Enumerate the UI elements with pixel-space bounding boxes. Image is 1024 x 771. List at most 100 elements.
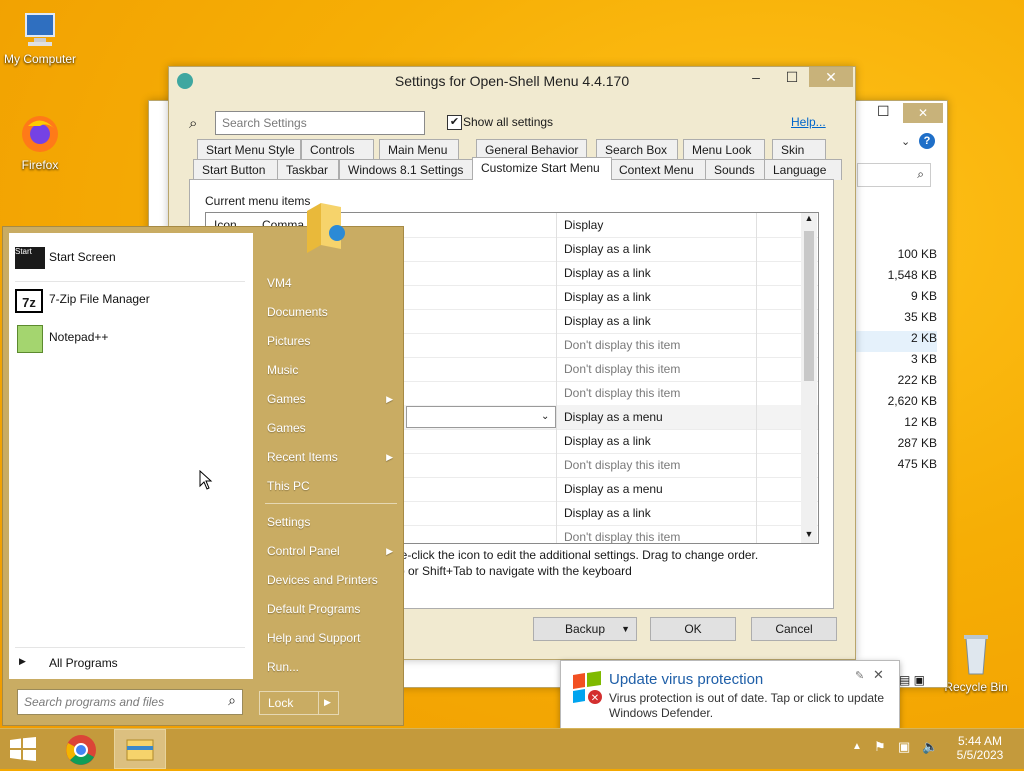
menu-item-label: VM4: [267, 276, 292, 290]
tab-controls[interactable]: Controls: [301, 139, 374, 160]
volume-muted-icon[interactable]: 🔈: [922, 739, 938, 755]
start-button[interactable]: [8, 737, 38, 761]
file-size: 2,620 KB: [887, 394, 937, 408]
virus-protection-toast[interactable]: ✕ Update virus protection Virus protecti…: [560, 660, 900, 730]
program-label: Notepad++: [49, 330, 109, 344]
tab-language[interactable]: Language: [764, 159, 842, 180]
settings-search-input[interactable]: Search Settings: [215, 111, 425, 135]
menu-item-label: Run...: [267, 660, 300, 674]
desktop-icon-firefox[interactable]: Firefox: [0, 112, 80, 172]
menu-item-run[interactable]: Run...: [267, 655, 397, 679]
ok-button[interactable]: OK: [650, 617, 736, 641]
program-7zip[interactable]: 7z 7-Zip File Manager: [9, 285, 249, 315]
pin-icon[interactable]: ✎: [855, 669, 864, 682]
caret-right-icon: ▶: [386, 546, 393, 556]
all-programs-button[interactable]: ▶ All Programs: [9, 651, 249, 675]
tab-menu-look[interactable]: Menu Look: [683, 139, 765, 160]
tab-customize-start-menu[interactable]: Customize Start Menu: [472, 157, 612, 180]
desktop-icon-label: Firefox: [21, 158, 59, 172]
tab-sounds[interactable]: Sounds: [705, 159, 765, 180]
cancel-button[interactable]: Cancel: [751, 617, 837, 641]
menu-item-label: Documents: [267, 305, 328, 319]
firefox-icon: [20, 112, 60, 156]
chevron-down-icon[interactable]: ⌄: [901, 135, 910, 148]
desktop-icon-my-computer[interactable]: My Computer: [0, 10, 80, 66]
tab-skin[interactable]: Skin: [772, 139, 826, 160]
file-size: 222 KB: [897, 373, 937, 387]
mouse-cursor-icon: [199, 469, 213, 493]
action-center-icon[interactable]: ⚑: [874, 739, 886, 755]
row-display: Display as a link: [564, 506, 651, 520]
lock-button[interactable]: Lock ▶: [259, 691, 339, 715]
chrome-taskbar-icon[interactable]: [64, 733, 98, 767]
file-size: 3 KB: [910, 352, 937, 366]
menu-item-pictures[interactable]: Pictures: [267, 329, 397, 353]
start-search-input[interactable]: Search programs and files ⌕: [17, 689, 243, 715]
menu-item-documents[interactable]: Documents: [267, 300, 397, 324]
toast-body: Virus protection is out of date. Tap or …: [609, 691, 885, 720]
explorer-search-box[interactable]: ⌕: [857, 163, 931, 187]
list-scrollbar[interactable]: ▲ ▼: [801, 213, 817, 543]
file-size-column: 100 KB 1,548 KB 9 KB 35 KB 2 KB 3 KB 222…: [855, 247, 937, 478]
menu-item-recent-items[interactable]: Recent Items ▶: [267, 445, 397, 469]
menu-item-help-support[interactable]: Help and Support: [267, 626, 397, 650]
maximize-icon[interactable]: ☐: [775, 67, 809, 87]
help-link[interactable]: Help...: [791, 115, 826, 129]
menu-item-vm4[interactable]: VM4: [267, 271, 397, 295]
tray-expand-icon[interactable]: ▲: [852, 741, 862, 752]
menu-item-music[interactable]: Music: [267, 358, 397, 382]
program-label: 7-Zip File Manager: [49, 292, 150, 306]
tab-main-menu[interactable]: Main Menu: [379, 139, 459, 160]
open-shell-icon: [177, 73, 193, 89]
caret-right-icon: ▶: [386, 452, 393, 462]
chevron-down-icon[interactable]: ⌄: [541, 405, 549, 429]
column-divider: [556, 213, 557, 543]
command-dropdown[interactable]: [406, 406, 556, 428]
show-all-checkbox[interactable]: ✔: [447, 115, 462, 130]
desktop-icon-recycle-bin[interactable]: Recycle Bin: [936, 630, 1016, 694]
tab-start-menu-style[interactable]: Start Menu Style: [197, 139, 301, 160]
program-start-screen[interactable]: Start Start Screen: [9, 243, 249, 273]
clock-time: 5:44 AM: [957, 734, 1003, 748]
menu-item-devices-printers[interactable]: Devices and Printers: [267, 568, 397, 592]
tab-start-button[interactable]: Start Button: [193, 159, 279, 180]
explorer-close-icon[interactable]: ✕: [903, 103, 943, 123]
menu-item-games-submenu[interactable]: Games ▶: [267, 387, 397, 411]
menu-item-settings[interactable]: Settings: [267, 510, 397, 534]
explorer-maximize-icon[interactable]: ☐: [877, 103, 890, 120]
clock-date: 5/5/2023: [956, 748, 1004, 762]
caret-right-icon: ▶: [19, 656, 26, 666]
clock[interactable]: 5:44 AM 5/5/2023: [950, 734, 1010, 762]
divider: [15, 281, 245, 282]
search-placeholder: Search programs and files: [24, 695, 165, 709]
network-icon[interactable]: ▣: [898, 739, 910, 755]
backup-button[interactable]: Backup ▼: [533, 617, 637, 641]
caret-right-icon[interactable]: ▶: [324, 697, 331, 708]
tab-windows-81-settings[interactable]: Windows 8.1 Settings: [339, 159, 473, 180]
menu-item-this-pc[interactable]: This PC: [267, 474, 397, 498]
view-details-icon[interactable]: ▤ ▣: [899, 673, 925, 687]
tab-context-menu[interactable]: Context Menu: [610, 159, 706, 180]
scroll-down-icon[interactable]: ▼: [801, 529, 817, 539]
file-explorer-taskbar-icon[interactable]: [114, 729, 166, 769]
help-icon[interactable]: ?: [919, 133, 935, 149]
user-folder-icon: [303, 197, 347, 255]
scroll-up-icon[interactable]: ▲: [801, 213, 817, 223]
menu-item-games[interactable]: Games: [267, 416, 397, 440]
row-display: Don't display this item: [564, 386, 681, 400]
menu-item-control-panel[interactable]: Control Panel ▶: [267, 539, 397, 563]
search-icon: ⌕: [228, 692, 236, 708]
show-all-label: Show all settings: [463, 115, 554, 129]
menu-item-label: Pictures: [267, 334, 311, 348]
row-display: Display as a menu: [564, 482, 663, 496]
program-notepadpp[interactable]: Notepad++: [9, 323, 249, 353]
minimize-icon[interactable]: –: [739, 67, 773, 87]
close-icon[interactable]: ✕: [873, 667, 884, 683]
row-display: Display as a link: [564, 266, 651, 280]
scroll-thumb[interactable]: [804, 231, 814, 381]
file-size: 475 KB: [897, 457, 937, 471]
tab-taskbar[interactable]: Taskbar: [277, 159, 339, 180]
backup-label: Backup: [564, 622, 606, 636]
close-icon[interactable]: ✕: [809, 67, 853, 87]
menu-item-default-programs[interactable]: Default Programs: [267, 597, 397, 621]
